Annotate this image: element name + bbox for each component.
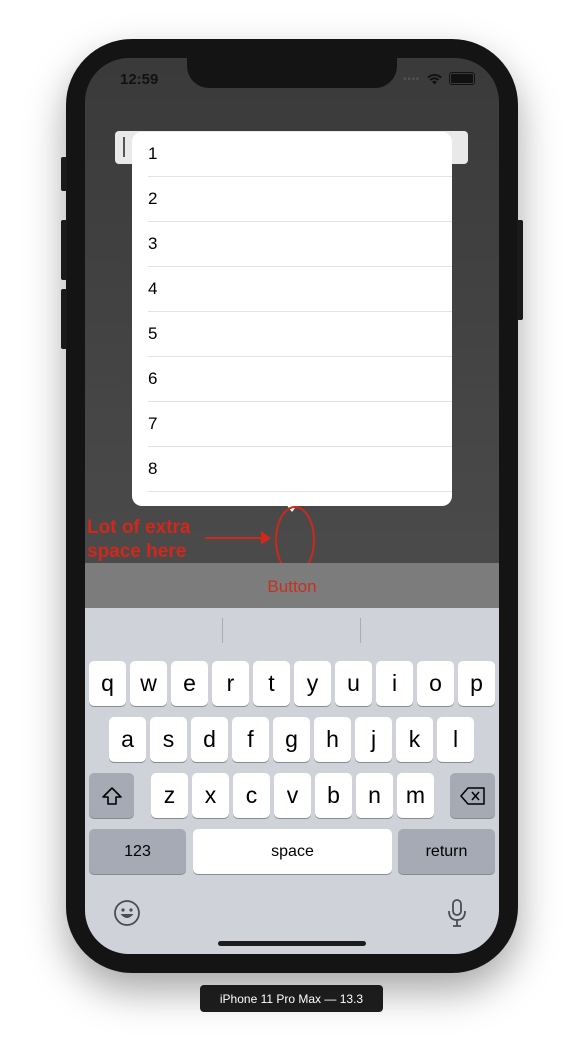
key-y[interactable]: y — [294, 661, 331, 706]
volume-up-button — [61, 220, 67, 280]
key-u[interactable]: u — [335, 661, 372, 706]
popover-row[interactable]: 6 — [148, 357, 452, 402]
phone-screen: 12:59 •••• 123456789 Lot of extra space … — [85, 58, 499, 954]
key-e[interactable]: e — [171, 661, 208, 706]
key-s[interactable]: s — [150, 717, 187, 762]
delete-key[interactable] — [450, 773, 495, 818]
notch — [187, 58, 397, 88]
annotation-arrow-line — [205, 537, 263, 539]
popover-row[interactable]: 8 — [148, 447, 452, 492]
input-accessory-bar: Button — [85, 563, 499, 608]
popover-row[interactable]: 7 — [148, 402, 452, 447]
microphone-icon[interactable] — [446, 898, 468, 928]
status-time: 12:59 — [120, 71, 159, 88]
cellular-dots-icon: •••• — [403, 73, 420, 84]
popover-row[interactable]: 4 — [148, 267, 452, 312]
key-g[interactable]: g — [273, 717, 310, 762]
annotation-arrow-head — [261, 531, 271, 545]
wifi-icon — [427, 73, 442, 84]
key-j[interactable]: j — [355, 717, 392, 762]
key-w[interactable]: w — [130, 661, 167, 706]
annotation-line-1: Lot of extra — [87, 517, 191, 538]
annotation-line-2: space here — [87, 541, 187, 562]
key-z[interactable]: z — [151, 773, 188, 818]
key-q[interactable]: q — [89, 661, 126, 706]
annotation-text: Lot of extra space here — [87, 516, 190, 564]
keyboard: 123 space return qwertyuiop asdfghjkl zxcv… — [85, 608, 499, 954]
popover-row[interactable]: 9 — [148, 492, 452, 506]
text-cursor — [123, 137, 125, 157]
predictive-bar — [85, 608, 499, 653]
key-k[interactable]: k — [396, 717, 433, 762]
key-n[interactable]: n — [356, 773, 393, 818]
key-v[interactable]: v — [274, 773, 311, 818]
key-d[interactable]: d — [191, 717, 228, 762]
numbers-key[interactable]: 123 — [89, 829, 186, 874]
shift-key[interactable] — [89, 773, 134, 818]
volume-down-button — [61, 289, 67, 349]
key-l[interactable]: l — [437, 717, 474, 762]
delete-icon — [459, 786, 485, 805]
popover-row[interactable]: 1 — [148, 132, 452, 177]
key-h[interactable]: h — [314, 717, 351, 762]
device-label: iPhone 11 Pro Max — 13.3 — [200, 985, 383, 1012]
status-icons: •••• — [403, 72, 475, 85]
key-p[interactable]: p — [458, 661, 495, 706]
predictive-divider — [360, 618, 361, 643]
battery-icon — [449, 72, 475, 85]
key-t[interactable]: t — [253, 661, 290, 706]
power-button — [517, 220, 523, 320]
predictive-divider — [222, 618, 223, 643]
popover-row[interactable]: 3 — [148, 222, 452, 267]
home-indicator[interactable] — [218, 941, 366, 946]
popover-list[interactable]: 123456789 — [132, 132, 452, 506]
accessory-button[interactable]: Button — [85, 577, 499, 597]
key-c[interactable]: c — [233, 773, 270, 818]
silent-switch — [61, 157, 67, 191]
emoji-icon[interactable] — [113, 899, 141, 927]
space-key[interactable]: space — [193, 829, 392, 874]
key-f[interactable]: f — [232, 717, 269, 762]
popover-row[interactable]: 5 — [148, 312, 452, 357]
return-key[interactable]: return — [398, 829, 495, 874]
key-b[interactable]: b — [315, 773, 352, 818]
key-m[interactable]: m — [397, 773, 434, 818]
key-a[interactable]: a — [109, 717, 146, 762]
key-r[interactable]: r — [212, 661, 249, 706]
key-i[interactable]: i — [376, 661, 413, 706]
shift-icon — [101, 786, 122, 805]
popover-row[interactable]: 2 — [148, 177, 452, 222]
key-x[interactable]: x — [192, 773, 229, 818]
key-o[interactable]: o — [417, 661, 454, 706]
